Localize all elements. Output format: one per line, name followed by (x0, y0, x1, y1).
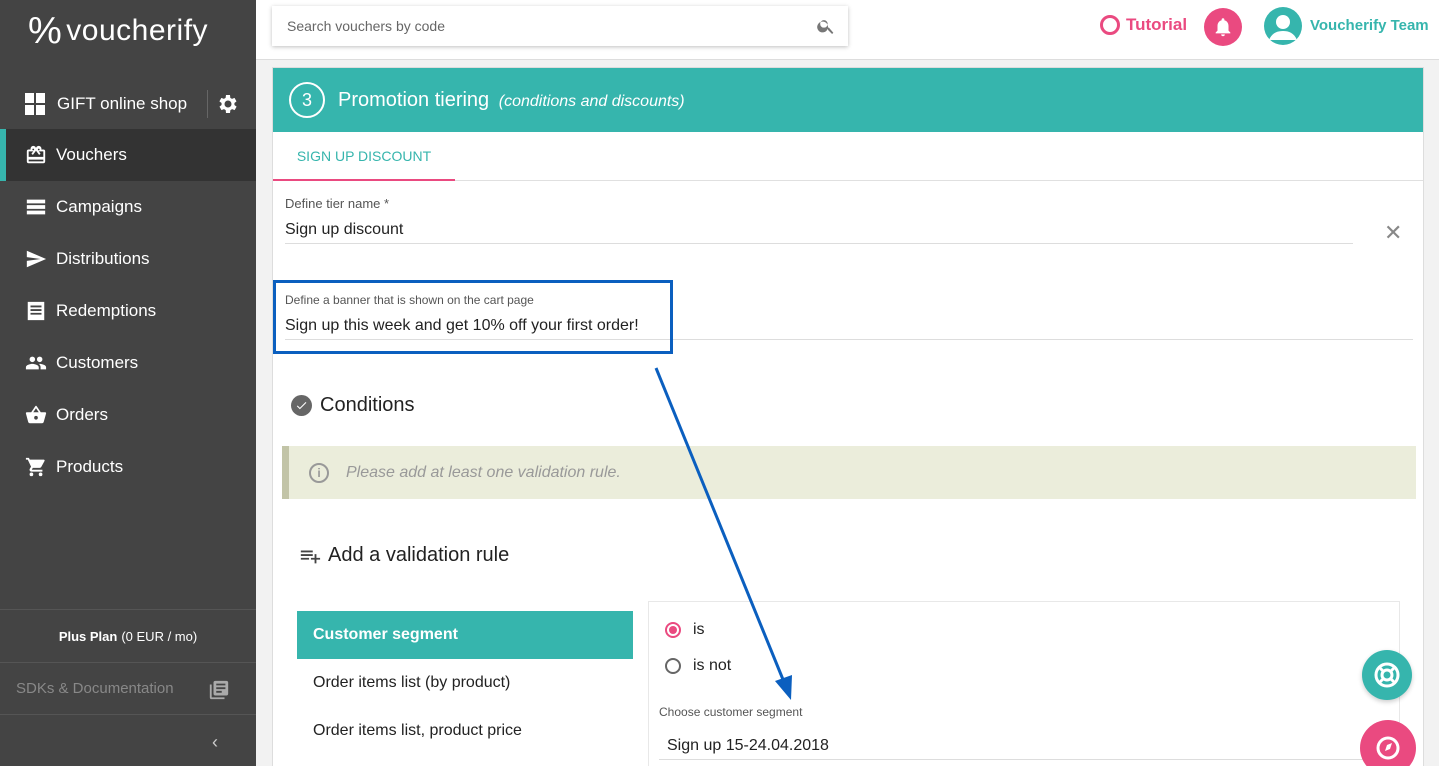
step-subtitle: (conditions and discounts) (498, 92, 685, 110)
compass-icon (1100, 15, 1120, 35)
close-icon[interactable]: ✕ (1384, 220, 1402, 246)
receipt-icon (27, 301, 45, 321)
tier-name-label: Define tier name * (285, 196, 390, 211)
sidebar-item-label: Orders (56, 405, 108, 424)
user-name[interactable]: Voucherify Team (1310, 17, 1429, 34)
sidebar-item-label: Redemptions (56, 301, 157, 320)
sdk-docs-label: SDKs & Documentation (16, 680, 174, 697)
sidebar-item-label: Customers (56, 353, 139, 372)
bell-icon (1215, 18, 1231, 37)
chevron-left-icon: ‹ (212, 732, 218, 752)
tier-name-input[interactable]: Sign up discount (285, 221, 403, 239)
sidebar-item-distributions[interactable]: Distributions (0, 233, 256, 285)
send-icon (26, 250, 47, 268)
step-title-text: Promotion tiering (338, 88, 490, 111)
plan-info: Plus Plan (0 EUR / mo) (0, 609, 256, 663)
topbar: Tutorial Voucherify Team (256, 0, 1439, 60)
add-validation-rule[interactable]: Add a validation rule (299, 544, 509, 567)
sidebar-item-label: Products (56, 457, 124, 476)
rule-type-item[interactable]: Order items list, product price (297, 707, 633, 755)
playlist-add-icon (300, 550, 321, 563)
operator-label: is (693, 621, 705, 638)
tab-sign-up-discount[interactable]: SIGN UP DISCOUNT (273, 132, 455, 181)
compass-icon (1376, 736, 1400, 760)
rule-detail-panel: is is not Choose customer segment Sign u… (648, 601, 1400, 766)
step-header: 3 Promotion tiering (conditions and disc… (273, 68, 1423, 132)
annotation-highlight-box (273, 280, 673, 354)
people-icon (25, 356, 47, 370)
sidebar-item-customers[interactable]: Customers (0, 337, 256, 389)
segment-underline (659, 759, 1379, 760)
campaigns-icon (26, 199, 46, 215)
radio-selected-icon (665, 622, 681, 638)
info-icon: i (309, 462, 329, 483)
conditions-heading: Conditions (291, 394, 415, 417)
warning-text: Please add at least one validation rule. (346, 463, 621, 481)
logo-symbol: % (28, 9, 63, 52)
validation-warning: i Please add at least one validation rul… (282, 446, 1416, 499)
sidebar-nav: Vouchers Campaigns Distributions Redempt… (0, 129, 256, 493)
shop-name: GIFT online shop (57, 94, 188, 113)
sidebar-item-label: Campaigns (56, 197, 142, 216)
help-button[interactable] (1362, 650, 1412, 700)
cart-icon (25, 457, 45, 477)
avatar[interactable] (1264, 7, 1302, 45)
notifications-button[interactable] (1204, 8, 1242, 46)
divider (207, 90, 208, 118)
search-input[interactable] (287, 18, 787, 34)
dashboard-icon (25, 93, 47, 115)
check-circle-icon (291, 395, 312, 416)
conditions-title: Conditions (320, 394, 415, 416)
rule-type-item[interactable]: Order items list (by product) (297, 659, 633, 707)
sidebar-item-vouchers[interactable]: Vouchers (0, 129, 256, 181)
shop-selector[interactable]: GIFT online shop (0, 78, 256, 130)
search-box (272, 6, 848, 46)
segment-label: Choose customer segment (659, 705, 803, 719)
tier-name-underline (285, 243, 1353, 244)
rule-type-item[interactable]: Customer segment (297, 611, 633, 659)
tutorial-link[interactable]: Tutorial (1100, 15, 1187, 35)
library-books-icon (209, 680, 229, 700)
step-number: 3 (289, 82, 325, 118)
lifebuoy-icon (1374, 662, 1400, 688)
promotion-tiering-card: 3 Promotion tiering (conditions and disc… (272, 67, 1424, 766)
segment-select[interactable]: Sign up 15-24.04.2018 (667, 737, 829, 755)
basket-icon (25, 405, 47, 424)
step-title: Promotion tiering (conditions and discou… (338, 89, 685, 112)
tier-tabs: SIGN UP DISCOUNT (273, 132, 1423, 181)
gear-icon[interactable] (216, 92, 240, 116)
operator-label: is not (693, 657, 732, 674)
plan-price: (0 EUR / mo) (121, 628, 198, 644)
sdk-docs-link[interactable]: SDKs & Documentation (0, 663, 256, 715)
user-icon (1269, 15, 1297, 40)
logo-text: voucherify (66, 14, 209, 47)
operator-is-radio[interactable]: is (665, 621, 705, 639)
voucher-icon (26, 145, 46, 164)
collapse-sidebar-button[interactable]: ‹ (0, 716, 256, 766)
sidebar: % voucherify GIFT online shop Vouchers C… (0, 0, 256, 766)
sidebar-item-label: Vouchers (56, 145, 127, 164)
radio-unselected-icon (665, 658, 681, 674)
sidebar-item-products[interactable]: Products (0, 441, 256, 493)
sidebar-item-redemptions[interactable]: Redemptions (0, 285, 256, 337)
rule-type-list: Customer segment Order items list (by pr… (297, 611, 633, 755)
operator-is-not-radio[interactable]: is not (665, 657, 731, 675)
sidebar-item-orders[interactable]: Orders (0, 389, 256, 441)
voucherify-logo[interactable]: % voucherify (0, 0, 256, 62)
plan-name: Plus Plan (58, 628, 118, 644)
sidebar-item-label: Distributions (56, 249, 150, 268)
tutorial-label: Tutorial (1126, 15, 1188, 34)
sidebar-item-campaigns[interactable]: Campaigns (0, 181, 256, 233)
add-rule-label: Add a validation rule (328, 544, 510, 566)
search-icon[interactable] (816, 16, 836, 36)
